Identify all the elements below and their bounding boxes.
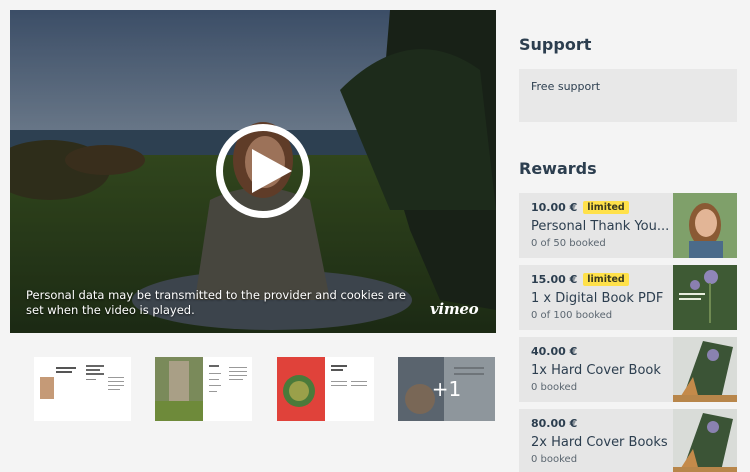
- video-player[interactable]: Personal data may be transmitted to the …: [10, 10, 496, 333]
- reward-price: 40.00 €: [531, 345, 578, 358]
- reward-title: 1x Hard Cover Book: [531, 363, 661, 378]
- book-page-preview-image: [155, 357, 252, 421]
- reward-image-portrait: [673, 193, 737, 258]
- rewards-heading: Rewards: [519, 159, 597, 178]
- reward-booked-count: 0 of 100 booked: [531, 310, 613, 321]
- project-page: Personal data may be transmitted to the …: [0, 0, 750, 472]
- reward-card[interactable]: 15.00 € limited 1 x Digital Book PDF 0 of…: [519, 265, 737, 330]
- reward-card[interactable]: 40.00 € 1x Hard Cover Book 0 booked: [519, 337, 737, 402]
- reward-price: 80.00 €: [531, 417, 578, 430]
- reward-booked-count: 0 of 50 booked: [531, 238, 606, 249]
- play-icon: [252, 149, 292, 193]
- vimeo-logo[interactable]: vimeo: [430, 300, 479, 318]
- reward-booked-count: 0 booked: [531, 382, 578, 393]
- limited-badge: limited: [583, 273, 629, 286]
- reward-booked-count: 0 booked: [531, 454, 578, 465]
- reward-card[interactable]: 10.00 € limited Personal Thank You... 0 o…: [519, 193, 737, 258]
- more-thumbnails-overlay[interactable]: +1: [398, 357, 495, 421]
- reward-title: 1 x Digital Book PDF: [531, 291, 664, 306]
- support-heading: Support: [519, 35, 592, 54]
- free-support-option[interactable]: Free support: [519, 69, 737, 122]
- reward-price: 15.00 €: [531, 273, 578, 286]
- play-button[interactable]: [216, 124, 310, 218]
- reward-image-hardcover-books: [673, 409, 737, 472]
- limited-badge: limited: [583, 201, 629, 214]
- reward-title: 2x Hard Cover Books: [531, 435, 668, 450]
- book-page-preview-image: [34, 357, 131, 421]
- thumbnail-3[interactable]: [277, 357, 374, 421]
- thumbnail-4[interactable]: +1: [398, 357, 495, 421]
- reward-title: Personal Thank You...: [531, 219, 670, 234]
- reward-image-book-cover: [673, 265, 737, 330]
- book-page-preview-image: [277, 357, 374, 421]
- thumbnail-2[interactable]: [155, 357, 252, 421]
- privacy-notice: Personal data may be transmitted to the …: [26, 288, 407, 317]
- reward-image-hardcover-book: [673, 337, 737, 402]
- reward-price: 10.00 €: [531, 201, 578, 214]
- reward-card[interactable]: 80.00 € 2x Hard Cover Books 0 booked: [519, 409, 737, 472]
- thumbnail-1[interactable]: [34, 357, 131, 421]
